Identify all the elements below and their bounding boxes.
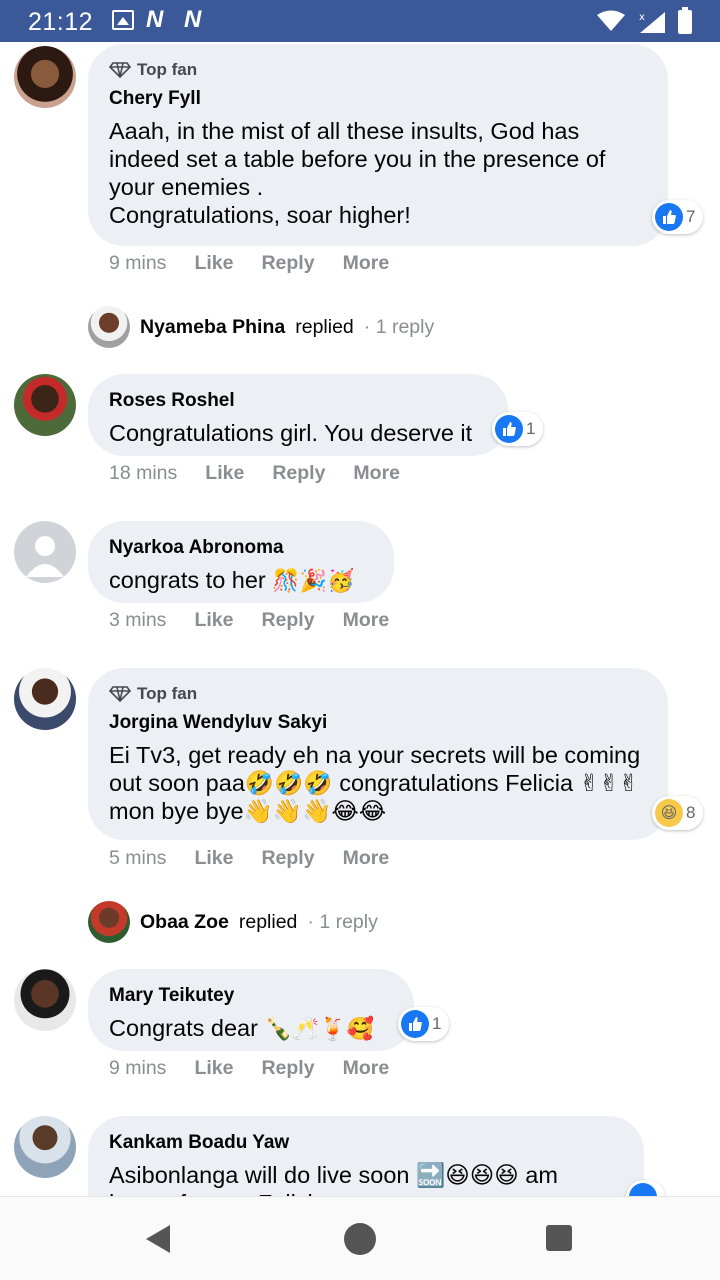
reaction-summary[interactable]: 1 xyxy=(398,1007,450,1041)
more-button[interactable]: More xyxy=(343,252,390,275)
signal-icon: x xyxy=(639,12,665,33)
more-button[interactable]: More xyxy=(353,462,400,485)
comment-text: Congratulations girl. You deserve it xyxy=(109,420,473,446)
comment-text: Congrats dear xyxy=(109,1015,258,1041)
like-reaction-icon xyxy=(401,1010,429,1038)
comment-time: 9 mins xyxy=(109,1057,167,1079)
status-time: 21:12 xyxy=(28,8,94,36)
like-button[interactable]: Like xyxy=(194,1057,233,1080)
reaction-count: 8 xyxy=(686,803,696,822)
avatar xyxy=(88,901,130,943)
more-button[interactable]: More xyxy=(343,847,390,870)
comment-actions: 5 mins Like Reply More xyxy=(109,847,417,870)
reply-button[interactable]: Reply xyxy=(272,462,325,485)
like-button[interactable]: Like xyxy=(194,252,233,275)
diamond-icon xyxy=(109,62,131,78)
notification-n-icon: N xyxy=(184,6,202,33)
reply-button[interactable]: Reply xyxy=(261,609,314,632)
comment-author[interactable]: Nyarkoa Abronoma xyxy=(109,537,372,559)
reply-verb: replied xyxy=(238,910,298,933)
reaction-count: 7 xyxy=(686,207,696,226)
view-replies[interactable]: Obaa Zoe replied · 1 reply xyxy=(88,901,378,943)
notification-n-icon: N xyxy=(146,6,164,33)
view-replies[interactable]: Nyameba Phina replied · 1 reply xyxy=(88,306,434,348)
battery-icon xyxy=(678,7,692,34)
reply-button[interactable]: Reply xyxy=(261,252,314,275)
avatar[interactable] xyxy=(14,969,76,1031)
reply-button[interactable]: Reply xyxy=(261,847,314,870)
reply-button[interactable]: Reply xyxy=(261,1057,314,1080)
comment-author[interactable]: Chery Fyll xyxy=(109,88,646,110)
comment-time: 9 mins xyxy=(109,252,167,274)
comment-bubble[interactable]: Top fan Jorgina Wendyluv Sakyi Ei Tv3, g… xyxy=(88,668,668,840)
svg-text:x: x xyxy=(639,12,645,23)
comment-text: congrats to her xyxy=(109,567,266,593)
like-button[interactable]: Like xyxy=(194,847,233,870)
avatar[interactable] xyxy=(14,521,76,583)
home-icon[interactable] xyxy=(344,1223,376,1255)
navigation-bar xyxy=(0,1196,720,1280)
recent-apps-icon[interactable] xyxy=(546,1225,572,1251)
more-button[interactable]: More xyxy=(343,1057,390,1080)
avatar[interactable] xyxy=(14,374,76,436)
avatar xyxy=(88,306,130,348)
reaction-summary[interactable]: 1 xyxy=(492,412,544,446)
comment-author[interactable]: Roses Roshel xyxy=(109,390,486,412)
comment-bubble[interactable]: Nyarkoa Abronoma congrats to her 🎊🎉🥳 xyxy=(88,521,394,603)
wifi-icon xyxy=(597,10,625,31)
like-reaction-icon xyxy=(495,415,523,443)
reply-verb: replied xyxy=(295,315,354,338)
comment-time: 18 mins xyxy=(109,462,178,484)
comment-bubble[interactable]: Top fan Chery Fyll Aaah, in the mist of … xyxy=(88,44,668,246)
reply-author: Nyameba Phina xyxy=(140,315,286,338)
comment-text: Aaah, in the mist of all these insults, … xyxy=(109,118,606,228)
reaction-count: 1 xyxy=(432,1014,442,1033)
gallery-icon xyxy=(112,10,134,30)
top-fan-badge: Top fan xyxy=(137,684,198,703)
reaction-summary[interactable]: 😆 8 xyxy=(652,796,704,830)
avatar[interactable] xyxy=(14,46,76,108)
reply-author: Obaa Zoe xyxy=(140,910,229,933)
reaction-count: 1 xyxy=(526,419,536,438)
haha-reaction-icon: 😆 xyxy=(655,799,683,827)
emoji-group: 🎊🎉🥳 xyxy=(272,568,355,593)
reply-count: · 1 reply xyxy=(363,315,435,338)
comment-text: Ei Tv3, get ready eh na your secrets wil… xyxy=(109,742,641,824)
top-fan-badge: Top fan xyxy=(137,60,198,79)
comment-actions: 18 mins Like Reply More xyxy=(109,462,428,485)
comment-actions: 9 mins Like Reply More xyxy=(109,252,417,275)
like-button[interactable]: Like xyxy=(194,609,233,632)
status-bar: 21:12 N N x xyxy=(0,0,720,42)
comment-time: 5 mins xyxy=(109,847,167,869)
reaction-summary[interactable]: 7 xyxy=(652,200,704,234)
back-icon[interactable] xyxy=(146,1225,170,1253)
reply-count: · 1 reply xyxy=(307,910,378,933)
diamond-icon xyxy=(109,686,131,702)
default-avatar-icon xyxy=(26,536,64,577)
comment-bubble[interactable]: Roses Roshel Congratulations girl. You d… xyxy=(88,374,508,456)
more-button[interactable]: More xyxy=(343,609,390,632)
comment-author[interactable]: Mary Teikutey xyxy=(109,985,392,1007)
avatar[interactable] xyxy=(14,668,76,730)
comment-author[interactable]: Jorgina Wendyluv Sakyi xyxy=(109,712,646,734)
like-reaction-icon xyxy=(655,203,683,231)
comment-actions: 3 mins Like Reply More xyxy=(109,609,417,632)
comment-author[interactable]: Kankam Boadu Yaw xyxy=(109,1132,622,1154)
comment-bubble[interactable]: Mary Teikutey Congrats dear 🍾🥂🍹🥰 xyxy=(88,969,414,1051)
emoji-group: 🍾🥂🍹🥰 xyxy=(264,1016,375,1041)
comment-actions: 9 mins Like Reply More xyxy=(109,1057,417,1080)
comment-time: 3 mins xyxy=(109,609,167,631)
like-button[interactable]: Like xyxy=(205,462,244,485)
avatar[interactable] xyxy=(14,1116,76,1178)
